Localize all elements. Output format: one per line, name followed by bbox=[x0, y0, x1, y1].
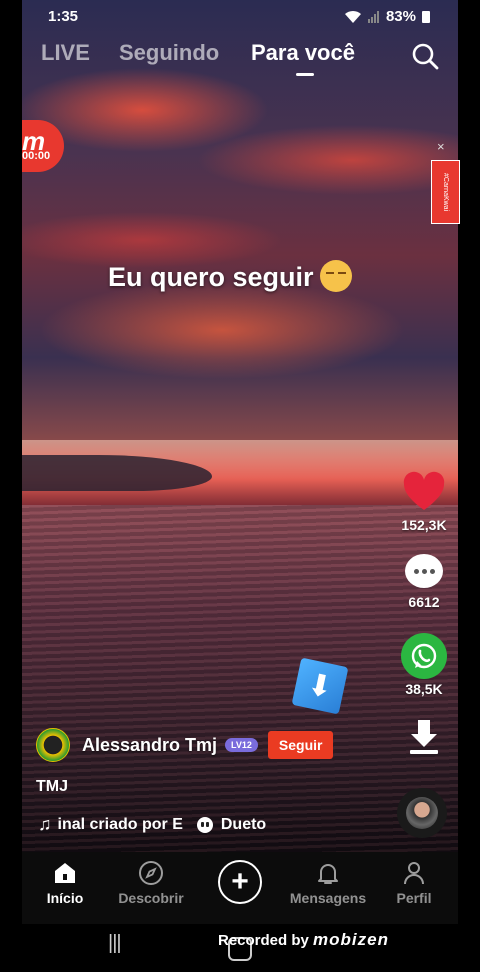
music-row[interactable]: ♫ inal criado por E Dueto bbox=[38, 814, 266, 835]
whatsapp-icon[interactable] bbox=[401, 633, 447, 679]
follow-button[interactable]: Seguir bbox=[267, 731, 334, 759]
search-icon[interactable] bbox=[410, 42, 440, 72]
side-banner-text: #CarnaKwai bbox=[442, 172, 449, 212]
author-row: Alessandro Tmj LV12 Seguir bbox=[36, 728, 334, 762]
recorder-watermark: Recorded by mobizen bbox=[218, 930, 389, 950]
create-button[interactable]: + bbox=[218, 860, 262, 904]
nav-mensagens-label: Mensagens bbox=[289, 890, 367, 906]
music-disc[interactable] bbox=[397, 788, 447, 838]
close-icon[interactable]: × bbox=[437, 139, 445, 154]
download-sticker-icon: ⬇ bbox=[291, 657, 349, 715]
status-bar: 1:35 83% bbox=[0, 0, 480, 34]
recorder-timer: 00:00 bbox=[22, 150, 51, 162]
video-sea bbox=[22, 505, 458, 852]
active-tab-indicator bbox=[296, 73, 314, 76]
heart-icon[interactable] bbox=[402, 470, 446, 514]
like-count: 152,3K bbox=[401, 517, 447, 533]
person-icon bbox=[404, 862, 424, 885]
watermark-prefix: Recorded by bbox=[218, 932, 309, 949]
side-banner[interactable]: #CarnaKwai bbox=[431, 160, 460, 224]
recent-apps-icon[interactable]: ||| bbox=[108, 932, 122, 955]
battery-icon bbox=[422, 10, 430, 23]
caption-text: Eu quero seguir bbox=[108, 262, 314, 292]
video-description: TMJ bbox=[36, 778, 68, 795]
comment-action[interactable]: 6612 bbox=[396, 554, 452, 610]
battery-percent: 83% bbox=[385, 8, 416, 25]
watermark-brand: mobizen bbox=[313, 930, 389, 949]
share-action[interactable]: 38,5K bbox=[396, 633, 452, 697]
nav-inicio-label: Início bbox=[46, 890, 84, 906]
duet-icon bbox=[196, 816, 213, 833]
wifi-icon bbox=[344, 10, 361, 23]
tab-live[interactable]: LIVE bbox=[41, 40, 90, 66]
top-tabs: LIVE Seguindo Para você bbox=[0, 40, 480, 80]
download-action[interactable] bbox=[396, 716, 452, 759]
system-nav-bar: ||| Recorded by mobizen bbox=[0, 924, 480, 972]
duet-label[interactable]: Dueto bbox=[221, 816, 266, 834]
comment-bubble-icon[interactable] bbox=[405, 554, 443, 588]
video-caption: Eu quero seguir bbox=[108, 260, 352, 293]
music-disc-avatar bbox=[406, 797, 438, 829]
bottom-nav: Início Descobrir + Mensagens Perfil bbox=[22, 852, 458, 924]
author-name[interactable]: Alessandro Tmj bbox=[82, 735, 217, 756]
level-badge: LV12 bbox=[225, 738, 258, 752]
comment-count: 6612 bbox=[408, 594, 440, 610]
like-action[interactable]: 152,3K bbox=[396, 470, 452, 533]
status-time: 1:35 bbox=[48, 8, 79, 25]
status-right: 83% bbox=[344, 8, 430, 25]
pensive-emoji-icon bbox=[319, 260, 352, 292]
compass-icon bbox=[139, 861, 163, 885]
nav-descobrir-label: Descobrir bbox=[118, 890, 184, 906]
nav-perfil-label: Perfil bbox=[396, 890, 432, 906]
signal-icon bbox=[367, 10, 379, 23]
plus-icon: + bbox=[231, 865, 249, 898]
music-label[interactable]: inal criado por E bbox=[58, 816, 183, 834]
nav-descobrir[interactable]: Descobrir bbox=[116, 860, 186, 906]
nav-inicio[interactable]: Início bbox=[44, 860, 86, 906]
nav-perfil[interactable]: Perfil bbox=[394, 860, 434, 906]
author-avatar[interactable] bbox=[36, 728, 70, 762]
bell-icon bbox=[318, 864, 338, 884]
tab-seguindo[interactable]: Seguindo bbox=[119, 40, 219, 66]
nav-mensagens[interactable]: Mensagens bbox=[286, 860, 370, 906]
music-note-icon: ♫ bbox=[38, 814, 52, 834]
share-count: 38,5K bbox=[405, 681, 443, 697]
tab-para-voce[interactable]: Para você bbox=[251, 40, 355, 66]
download-icon[interactable] bbox=[404, 716, 444, 756]
home-icon bbox=[55, 863, 75, 883]
